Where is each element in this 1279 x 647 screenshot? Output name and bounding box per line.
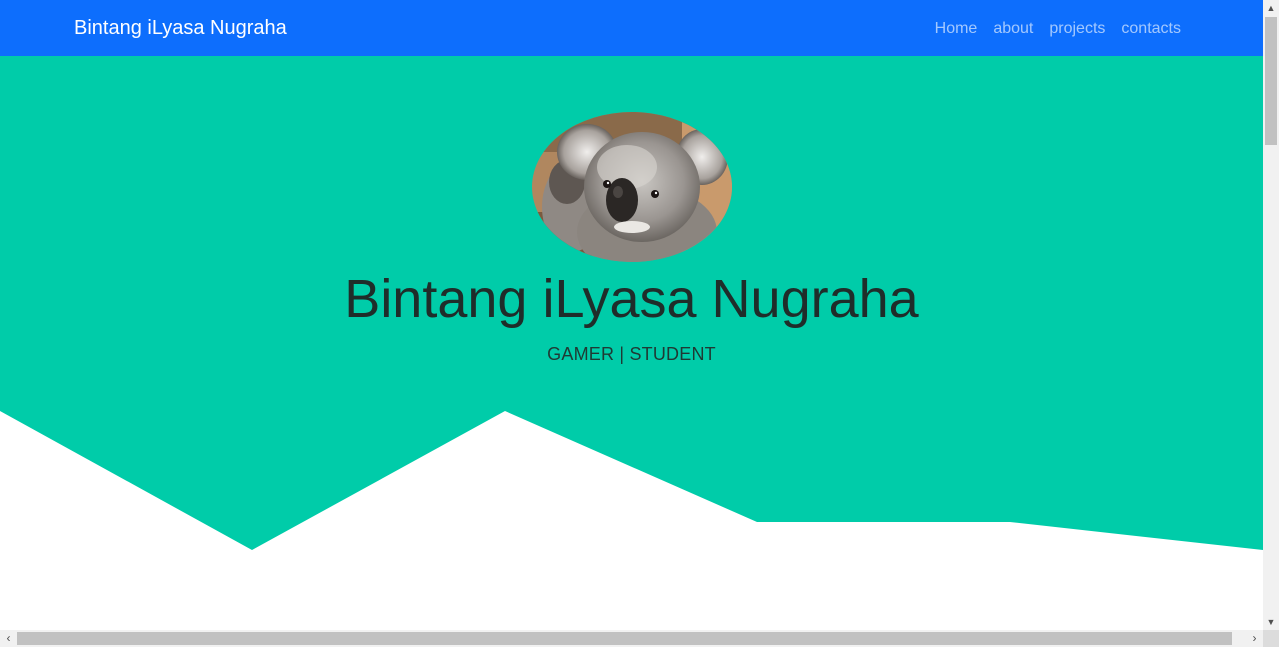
nav-link-projects[interactable]: projects — [1049, 20, 1105, 38]
nav-link-about[interactable]: about — [993, 20, 1033, 38]
nav-link-home[interactable]: Home — [935, 20, 978, 38]
scrollbar-corner — [1263, 630, 1279, 647]
hero-tagline: GAMER | STUDENT — [547, 344, 716, 364]
koala-photo — [532, 112, 732, 262]
scroll-left-arrow-icon[interactable]: ‹ — [0, 630, 17, 647]
vertical-scrollbar[interactable]: ▲ ▼ — [1263, 0, 1279, 630]
scroll-up-arrow-icon[interactable]: ▲ — [1263, 0, 1279, 16]
avatar — [532, 112, 732, 262]
nav-link-contacts[interactable]: contacts — [1121, 20, 1181, 38]
hero-section: Bintang iLyasa Nugraha GAMER | STUDENT — [0, 56, 1263, 630]
scroll-down-arrow-icon[interactable]: ▼ — [1263, 614, 1279, 630]
horizontal-scrollbar[interactable]: ‹ › — [0, 630, 1263, 647]
navbar: Bintang iLyasa Nugraha Home about projec… — [0, 0, 1263, 56]
hero-name: Bintang iLyasa Nugraha — [344, 269, 919, 329]
navbar-brand[interactable]: Bintang iLyasa Nugraha — [74, 17, 287, 40]
browser-viewport: Bintang iLyasa Nugraha Home about projec… — [0, 0, 1263, 630]
horizontal-scroll-thumb[interactable] — [17, 632, 1232, 645]
nav-links: Home about projects contacts — [935, 20, 1181, 38]
vertical-scroll-thumb[interactable] — [1265, 17, 1277, 145]
scroll-right-arrow-icon[interactable]: › — [1246, 630, 1263, 647]
